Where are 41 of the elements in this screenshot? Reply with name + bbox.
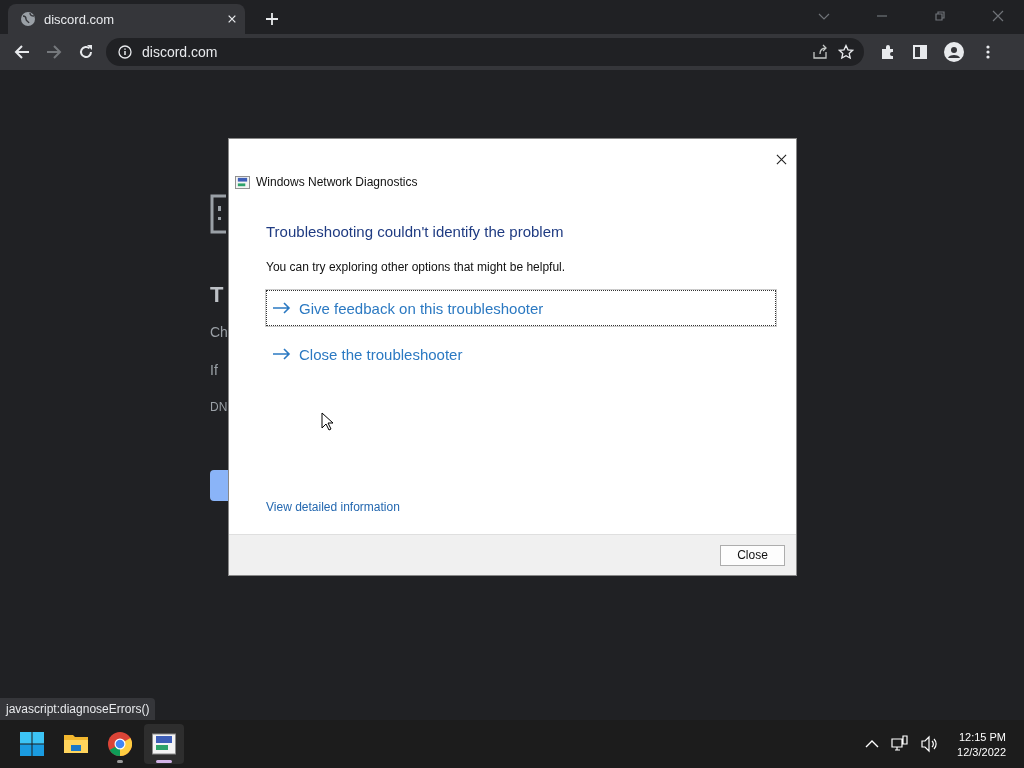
page-text: Ch bbox=[210, 324, 229, 340]
speaker-icon[interactable] bbox=[921, 735, 940, 753]
page-text: If bbox=[210, 362, 219, 378]
folder-icon bbox=[64, 732, 88, 756]
info-icon[interactable] bbox=[118, 45, 132, 59]
network-app-icon bbox=[235, 175, 250, 189]
network-icon[interactable] bbox=[891, 735, 910, 753]
close-icon[interactable] bbox=[776, 154, 787, 165]
details-link[interactable]: View detailed information bbox=[266, 500, 400, 514]
share-icon[interactable] bbox=[812, 44, 828, 60]
forward-icon[interactable] bbox=[46, 44, 62, 60]
clock[interactable]: 12:15 PM 12/3/2022 bbox=[957, 730, 1006, 758]
page-heading: T bbox=[210, 282, 225, 308]
window-title: Windows Network Diagnostics bbox=[256, 175, 418, 189]
back-icon[interactable] bbox=[14, 44, 30, 60]
star-icon[interactable] bbox=[838, 44, 854, 60]
option-link[interactable]: Give feedback on this troubleshooter bbox=[266, 290, 776, 326]
mouse-cursor bbox=[321, 412, 333, 431]
reload-icon[interactable] bbox=[78, 44, 94, 60]
option-link[interactable]: Close the troubleshooter bbox=[266, 336, 776, 372]
new-tab-icon[interactable] bbox=[265, 12, 279, 26]
dialog-message: You can try exploring other options that might be helpful. bbox=[266, 260, 567, 274]
arrow-icon bbox=[273, 302, 291, 314]
taskbar-app[interactable] bbox=[144, 724, 184, 764]
browser-tab[interactable]: discord.com bbox=[8, 4, 245, 34]
close-button[interactable]: Close bbox=[720, 544, 785, 566]
profile-icon[interactable] bbox=[944, 42, 964, 62]
network-app-icon bbox=[152, 732, 176, 756]
globe-icon bbox=[20, 11, 36, 27]
side-panel-icon[interactable] bbox=[912, 44, 928, 60]
windows-logo-icon bbox=[20, 732, 44, 756]
arrow-icon bbox=[273, 348, 291, 360]
error-page-icon bbox=[210, 194, 228, 234]
puzzle-icon[interactable] bbox=[880, 44, 896, 60]
restore-icon[interactable] bbox=[934, 10, 946, 22]
page-text: DN bbox=[210, 400, 229, 414]
address-bar[interactable]: discord.com bbox=[106, 38, 864, 66]
status-url: javascript:diagnoseErrors() bbox=[0, 698, 156, 720]
tab-title: discord.com bbox=[44, 11, 116, 27]
dialog-heading: Troubleshooting couldn't identify the problem bbox=[266, 223, 565, 240]
browser-logo-icon bbox=[108, 732, 132, 756]
